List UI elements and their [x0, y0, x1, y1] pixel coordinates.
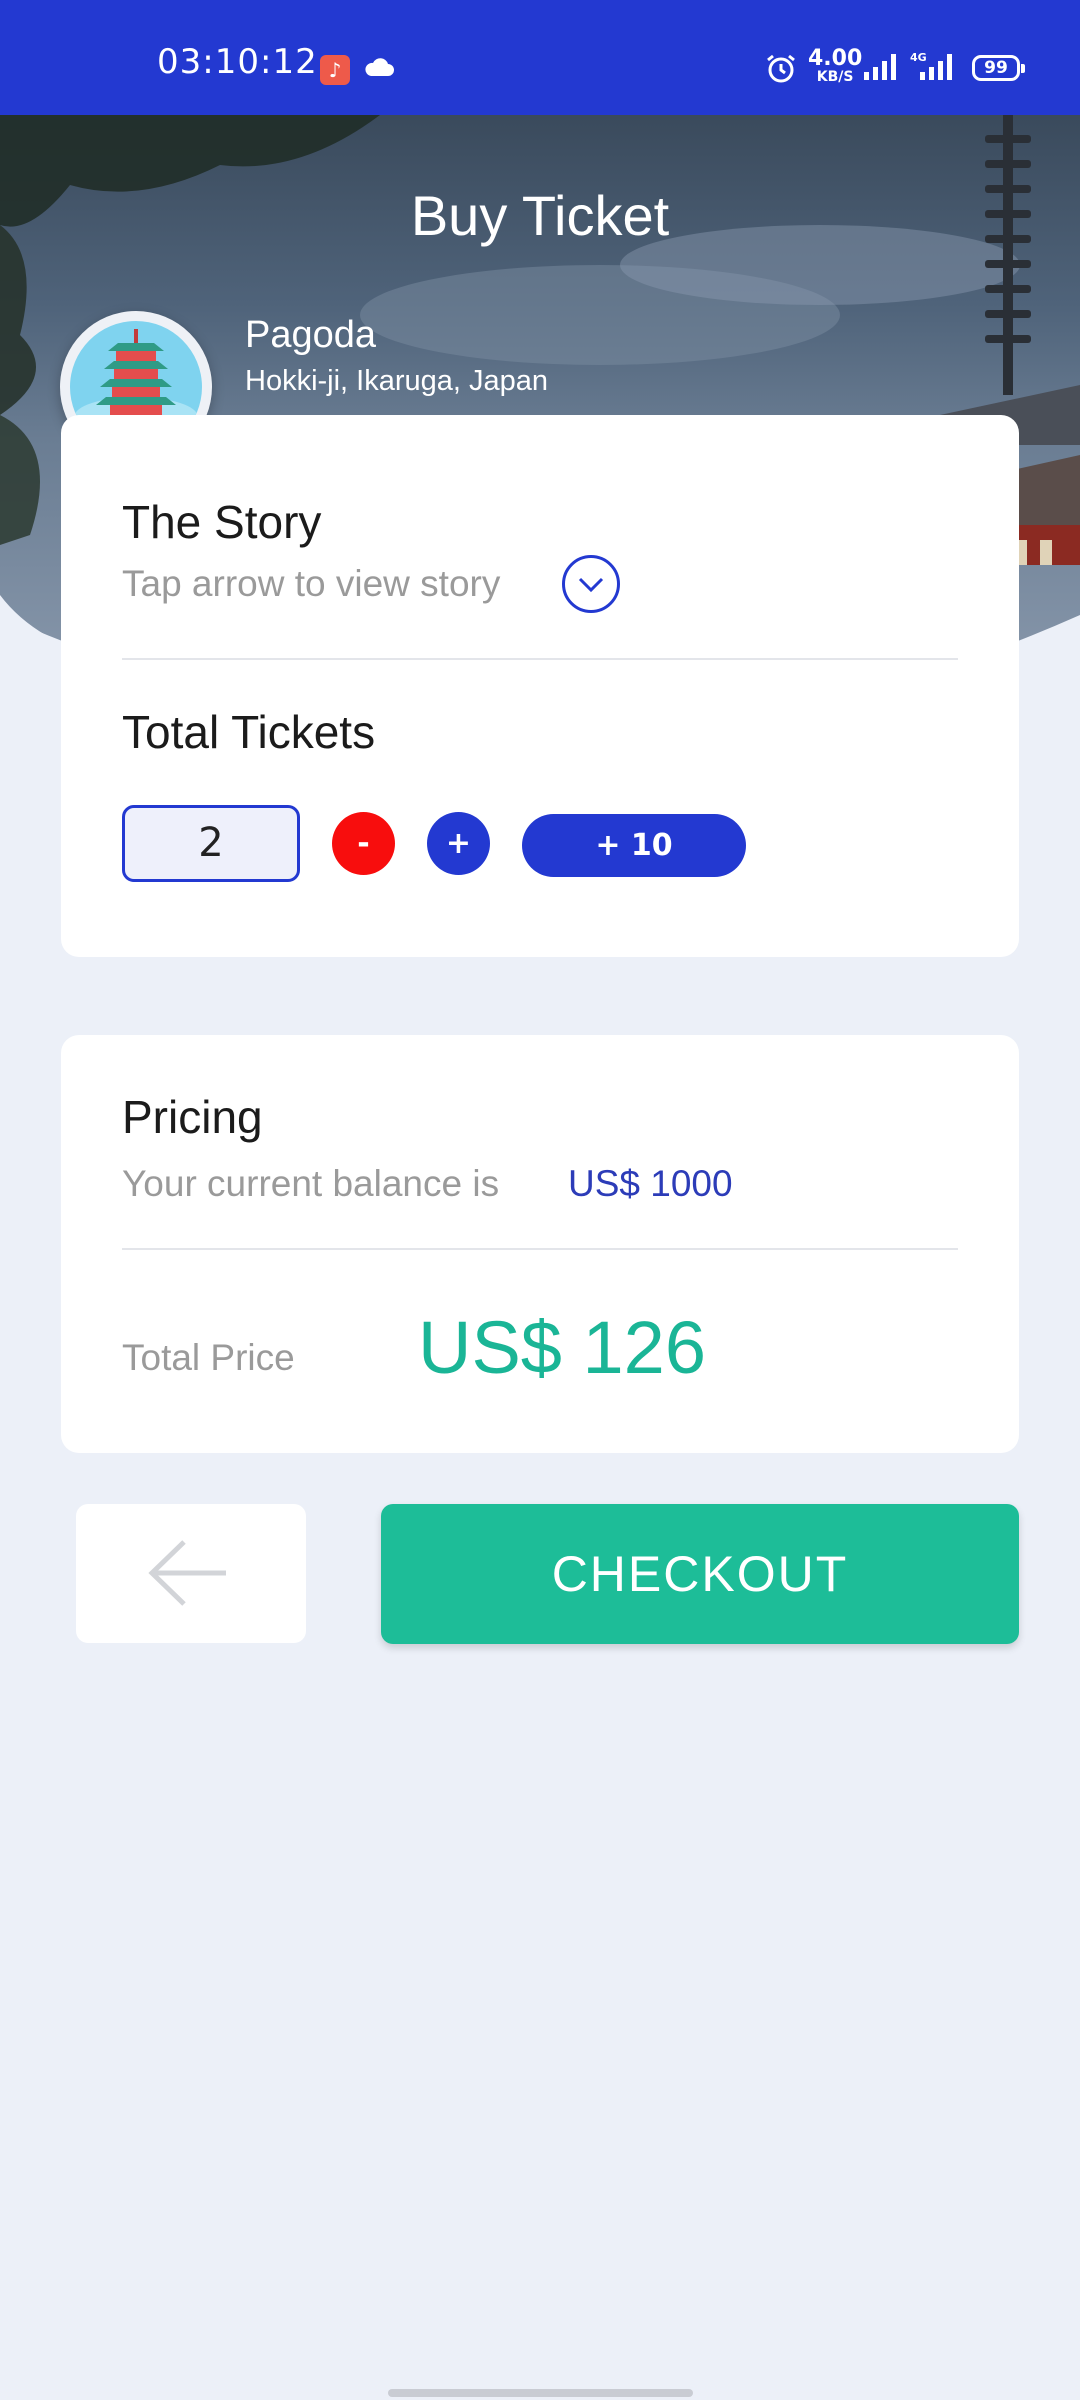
story-hint: Tap arrow to view story: [122, 563, 501, 604]
home-indicator[interactable]: [388, 2389, 693, 2397]
status-time: 03:10:12: [157, 42, 318, 82]
ticket-quantity-field[interactable]: 2: [122, 805, 300, 882]
tickets-title: Total Tickets: [122, 706, 376, 758]
divider: [122, 658, 958, 660]
cloud-icon: [365, 58, 394, 76]
net-speed: 4.00 KB/S: [808, 46, 863, 85]
ticket-card: The Story Tap arrow to view story Total …: [61, 415, 1019, 957]
checkout-button[interactable]: CHECKOUT: [381, 1504, 1019, 1644]
decrease-button[interactable]: -: [332, 812, 395, 875]
svg-text:4G: 4G: [910, 51, 927, 64]
story-title: The Story: [122, 496, 322, 548]
pricing-card: Pricing Your current balance is US$ 1000…: [61, 1035, 1019, 1453]
balance-label: Your current balance is: [122, 1163, 500, 1204]
battery-icon: 99: [972, 55, 1025, 81]
balance-value: US$ 1000: [568, 1163, 733, 1204]
status-bar: 03:10:12 ♪ 4.00 KB/S 4G 99: [0, 0, 1080, 115]
arrow-left-icon: [148, 1540, 226, 1606]
net-speed-unit: KB/S: [816, 69, 854, 85]
alarm-icon: [767, 54, 795, 83]
signal-4g-icon: 4G: [910, 51, 952, 80]
increase-button[interactable]: +: [427, 812, 490, 875]
pricing-title: Pricing: [122, 1091, 263, 1143]
chevron-down-icon: [578, 577, 604, 593]
place-location: Hokki-ji, Ikaruga, Japan: [245, 365, 549, 397]
signal-icon: [864, 54, 896, 80]
net-speed-value: 4.00: [808, 46, 863, 71]
music-icon: ♪: [320, 55, 350, 85]
back-button[interactable]: [76, 1504, 306, 1643]
place-name: Pagoda: [245, 314, 377, 356]
page-title: Buy Ticket: [410, 184, 670, 247]
total-price-label: Total Price: [122, 1337, 295, 1378]
total-price-value: US$ 126: [418, 1306, 706, 1389]
add-ten-button[interactable]: + 10: [522, 814, 746, 877]
story-expand-button[interactable]: [562, 555, 620, 613]
divider: [122, 1248, 958, 1250]
